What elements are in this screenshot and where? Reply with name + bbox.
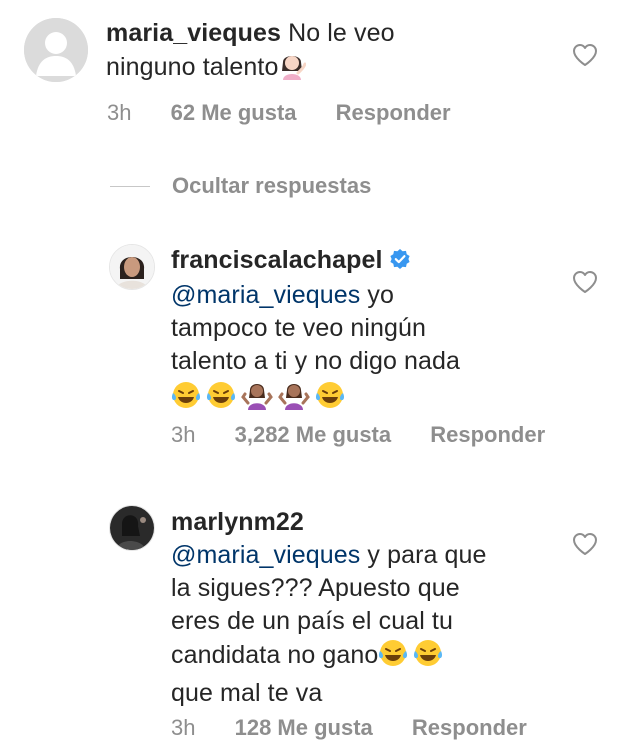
comment-body-line: candidata no gano (171, 641, 379, 669)
comment-marlynm22: marlynm22 @maria_vieques y para que la s… (0, 495, 640, 751)
mention-link[interactable]: @maria_vieques (171, 541, 360, 569)
reply-button[interactable]: Responder (430, 421, 545, 449)
profile-photo-icon (110, 506, 154, 550)
profile-photo-icon (110, 245, 154, 289)
woman-shrugging-emoji-icon (278, 380, 310, 419)
comment-maria-vieques: maria_vieques No le veo ninguno talento … (0, 0, 640, 150)
comment-meta: 3h 62 Me gusta Responder (107, 99, 451, 127)
comment-username[interactable]: marlynm22 (171, 508, 304, 536)
comment-body-line: talento a ti y no digo nada (171, 347, 461, 375)
verified-badge-icon (389, 246, 411, 279)
comment-likes[interactable]: 62 Me gusta (171, 99, 297, 127)
tears-of-joy-emoji-icon (315, 380, 345, 419)
comment-text: franciscalachapel @maria_vieques yo tamp… (171, 244, 571, 419)
comment-meta: 3h 3,282 Me gusta Responder (171, 421, 545, 449)
comment-username[interactable]: franciscalachapel (171, 246, 383, 274)
emoji-row (171, 380, 571, 419)
comment-body-line: que mal te va (171, 679, 323, 707)
comment-meta: 3h 128 Me gusta Responder (171, 714, 527, 742)
avatar[interactable] (109, 244, 155, 290)
like-heart-icon[interactable] (572, 43, 598, 67)
mention-link[interactable]: @maria_vieques (171, 281, 360, 309)
comment-text: marlynm22 @maria_vieques y para que la s… (171, 506, 571, 710)
reply-button[interactable]: Responder (336, 99, 451, 127)
comment-body-line: No le veo (281, 19, 395, 47)
like-heart-icon[interactable] (572, 532, 598, 556)
avatar[interactable] (24, 18, 88, 82)
like-heart-icon[interactable] (572, 270, 598, 294)
woman-tipping-hand-emoji-icon (278, 50, 307, 89)
comment-franciscalachapel: franciscalachapel @maria_vieques yo tamp… (0, 230, 640, 460)
comment-likes[interactable]: 3,282 Me gusta (235, 421, 392, 449)
comment-body-line: eres de un país el cual tu (171, 607, 453, 635)
avatar[interactable] (109, 505, 155, 551)
default-avatar-icon (24, 18, 88, 82)
reply-button[interactable]: Responder (412, 714, 527, 742)
comment-body-line: la sigues??? Apuesto que (171, 574, 460, 602)
comment-time: 3h (171, 422, 196, 447)
woman-shrugging-emoji-icon (241, 380, 273, 419)
hide-replies-button[interactable]: Ocultar respuestas (110, 172, 371, 200)
comment-body-line: y para que (360, 541, 487, 569)
comment-body-line: tampoco te veo ningún (171, 314, 427, 342)
tears-of-joy-emoji-icon (171, 380, 201, 419)
hide-replies-label: Ocultar respuestas (172, 173, 372, 198)
comment-body-line: ninguno talento (106, 53, 279, 81)
tears-of-joy-emoji-icon (206, 380, 236, 419)
comment-likes[interactable]: 128 Me gusta (235, 714, 373, 742)
comment-body-line: yo (360, 281, 395, 309)
tears-of-joy-emoji-icon (378, 638, 408, 677)
divider (110, 185, 150, 187)
comment-text: maria_vieques No le veo ninguno talento (106, 17, 526, 89)
comment-time: 3h (107, 100, 132, 125)
comment-time: 3h (171, 715, 196, 740)
comment-username[interactable]: maria_vieques (106, 19, 281, 47)
tears-of-joy-emoji-icon (413, 638, 443, 677)
